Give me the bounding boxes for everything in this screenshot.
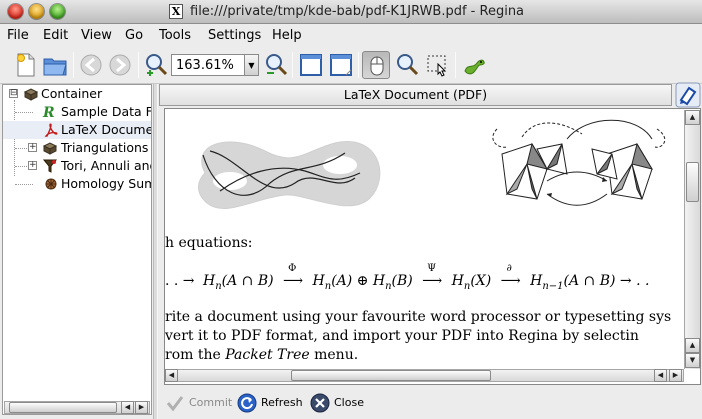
tree-item-script[interactable]: R Sample Data F	[3, 103, 151, 121]
filter-icon	[42, 158, 58, 174]
pdf-scroll-left-button-2[interactable]: ◀	[654, 369, 667, 382]
menu-view[interactable]: View	[81, 28, 112, 43]
pdf-page: h equations: . . → Hn(A ∩ B) Φ ⟶ Hn(A) ⊕ …	[165, 109, 684, 371]
packet-title: LaTeX Document (PDF)	[159, 84, 672, 106]
checkmark-icon	[165, 393, 185, 413]
menu-go[interactable]: Go	[125, 28, 143, 43]
exact-sequence: . . → Hn(A ∩ B) Φ ⟶ Hn(A) ⊕ Hn(B) Ψ ⟶ Hn(X…	[165, 263, 650, 292]
tree-item-homology[interactable]: Homology Sum	[3, 175, 151, 193]
tree-item-triangulations[interactable]: + Triangulations	[3, 139, 151, 157]
main-toolbar	[0, 46, 702, 84]
zoom-in-icon[interactable]	[142, 51, 170, 79]
tree-item-pdf[interactable]: LaTeX Docume	[3, 121, 151, 139]
surface-figure	[198, 141, 381, 209]
packet-actions: Commit Refresh Close	[159, 388, 702, 418]
browse-mouse-icon[interactable]	[362, 51, 390, 79]
back-icon[interactable]	[77, 51, 105, 79]
container-icon	[42, 140, 58, 156]
dock-undock-button[interactable]	[675, 82, 701, 108]
svg-text:R: R	[42, 105, 55, 120]
equations-text: h equations:	[165, 235, 253, 251]
fit-page-icon[interactable]	[327, 51, 355, 79]
refresh-icon	[237, 393, 257, 413]
tree-item-surface-filter[interactable]: + Tori, Annuli and	[3, 157, 151, 175]
paragraph-line-2: vert it to PDF format, and import your P…	[165, 328, 639, 344]
surfaces-icon	[43, 176, 59, 192]
menu-edit[interactable]: Edit	[43, 28, 68, 43]
menu-tools[interactable]: Tools	[159, 28, 191, 43]
pdf-vscroll-thumb[interactable]	[686, 162, 699, 202]
menu-help[interactable]: Help	[272, 28, 302, 43]
title-bar: X file:///private/tmp/kde-bab/pdf-K1JRWB…	[0, 0, 702, 24]
close-window-button[interactable]	[8, 4, 23, 19]
pdf-horizontal-scrollbar[interactable]: ◀ ◀ ▶	[165, 369, 684, 382]
menu-bar: File Edit View Go Tools Settings Help	[0, 24, 702, 46]
x11-app-icon: X	[169, 4, 183, 19]
pdf-scroll-up-button[interactable]: ▲	[685, 110, 700, 125]
tree-scroll-thumb[interactable]	[9, 402, 117, 413]
pdf-scroll-up-button-2[interactable]: ▲	[685, 338, 700, 353]
script-icon: R	[41, 104, 57, 121]
triangulation-figure	[492, 119, 666, 206]
zoom-dropdown-button[interactable]: ▼	[245, 54, 259, 76]
pdf-scroll-down-button[interactable]: ▼	[685, 353, 700, 368]
expand-icon[interactable]: +	[28, 143, 37, 152]
collapse-icon[interactable]: ⊟	[9, 89, 18, 98]
minimize-window-button[interactable]	[29, 4, 44, 19]
close-icon	[310, 393, 330, 413]
tree-horizontal-scrollbar[interactable]: ◀ ▶	[4, 401, 150, 414]
python-console-icon[interactable]	[460, 51, 488, 79]
forward-icon[interactable]	[106, 51, 134, 79]
select-tool-icon[interactable]	[423, 51, 451, 79]
zoom-level-field[interactable]: 163.61%	[171, 54, 245, 76]
tree-scroll-right-button[interactable]: ▶	[135, 401, 148, 414]
pdf-scroll-right-button[interactable]: ▶	[669, 369, 682, 382]
zoom-window-button[interactable]	[50, 4, 65, 19]
pdf-vertical-scrollbar[interactable]: ▲ ▲ ▼	[684, 110, 700, 369]
window-title: file:///private/tmp/kde-bab/pdf-K1JRWB.p…	[190, 4, 525, 19]
container-icon	[23, 86, 39, 102]
expand-icon[interactable]: +	[28, 161, 37, 170]
pdf-scroll-left-button[interactable]: ◀	[165, 369, 178, 382]
tree-item-container[interactable]: ⊟ Container	[3, 85, 151, 103]
tree-scroll-left-button[interactable]: ◀	[121, 401, 134, 414]
menu-file[interactable]: File	[7, 28, 29, 43]
pdf-hscroll-thumb[interactable]	[291, 370, 491, 381]
pdf-viewer[interactable]: h equations: . . → Hn(A ∩ B) Φ ⟶ Hn(A) ⊕ …	[164, 108, 701, 385]
new-document-icon[interactable]	[12, 51, 40, 79]
paragraph-line-3: rom the Packet Tree menu.	[165, 347, 359, 363]
pdf-icon	[43, 122, 59, 138]
packet-tree: ⊟ Container R Sample Data F LaTeX Docume…	[2, 84, 152, 415]
zoom-out-icon[interactable]	[262, 51, 290, 79]
fit-width-icon[interactable]	[297, 51, 325, 79]
paragraph-line-1: rite a document using your favourite wor…	[165, 309, 672, 325]
zoom-tool-icon[interactable]	[393, 51, 421, 79]
panel-splitter[interactable]	[153, 84, 158, 419]
open-folder-icon[interactable]	[41, 51, 69, 79]
menu-settings[interactable]: Settings	[208, 28, 261, 43]
